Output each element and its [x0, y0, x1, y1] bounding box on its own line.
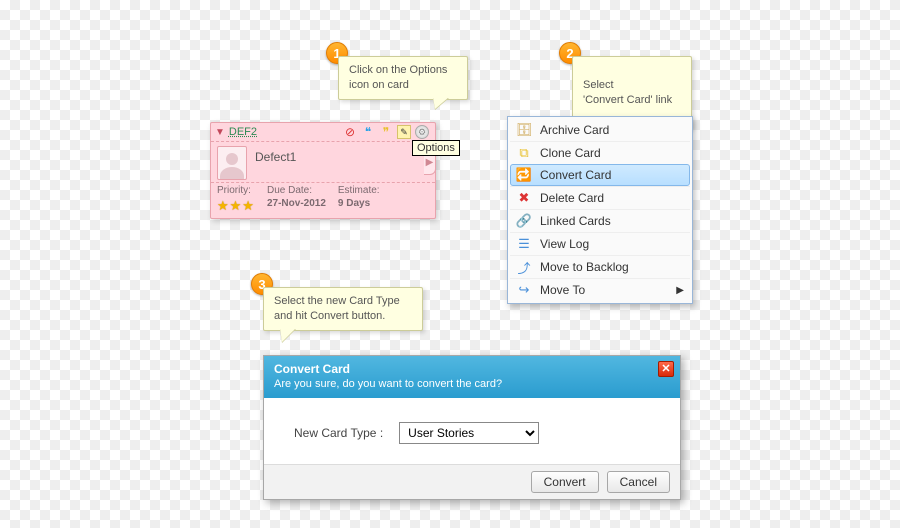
due-date-value: 27-Nov-2012 — [267, 198, 326, 209]
submenu-arrow-icon: ▶ — [676, 285, 684, 296]
callout-text: Select 'Convert Card' link — [583, 79, 672, 106]
menu-label: Clone Card — [540, 146, 601, 160]
convert-button[interactable]: Convert — [531, 471, 599, 493]
menu-linked-cards[interactable]: 🔗 Linked Cards — [510, 209, 690, 232]
menu-clone-card[interactable]: ⧉ Clone Card — [510, 141, 690, 164]
archive-icon: 🗄 — [516, 122, 532, 138]
due-date-label: Due Date: — [267, 185, 326, 196]
menu-view-log[interactable]: ☰ View Log — [510, 232, 690, 255]
comments-icon[interactable]: ❝ — [361, 125, 375, 139]
cancel-button[interactable]: Cancel — [607, 471, 670, 493]
edit-icon[interactable]: ✎ — [397, 125, 411, 139]
new-card-type-select[interactable]: User Stories — [399, 422, 539, 444]
menu-move-to[interactable]: ↪ Move To ▶ — [510, 278, 690, 301]
menu-move-to-backlog[interactable]: ⤴ Move to Backlog — [510, 255, 690, 278]
card-title: Defect1 — [255, 146, 296, 180]
callout-text: Select the new Card Type and hit Convert… — [274, 295, 400, 322]
dialog-header: Convert Card Are you sure, do you want t… — [264, 356, 680, 398]
priority-label: Priority: — [217, 185, 255, 196]
priority-stars-icon: ★★★ — [217, 198, 255, 214]
menu-convert-card[interactable]: 🔁 Convert Card — [510, 164, 690, 186]
card-body: Defect1 ▶ — [211, 142, 435, 182]
menu-label: Convert Card — [540, 168, 611, 182]
clone-icon: ⧉ — [516, 145, 532, 161]
card-id-link[interactable]: DEF2 — [229, 126, 257, 138]
menu-delete-card[interactable]: ✖ Delete Card — [510, 186, 690, 209]
close-icon[interactable]: ✕ — [658, 361, 674, 377]
options-icon[interactable]: ⚙ — [415, 125, 429, 139]
menu-label: Delete Card — [540, 191, 604, 205]
tags-icon[interactable]: ❞ — [379, 125, 393, 139]
linked-icon: 🔗 — [516, 213, 532, 229]
delete-icon: ✖ — [516, 190, 532, 206]
convert-icon: 🔁 — [516, 167, 532, 183]
card-header: ▼ DEF2 ⊘ ❝ ❞ ✎ ⚙ — [211, 123, 435, 142]
card-context-menu: 🗄 Archive Card ⧉ Clone Card 🔁 Convert Ca… — [507, 116, 693, 304]
new-card-type-label: New Card Type : — [294, 426, 383, 440]
callout-text: Click on the Options icon on card — [349, 64, 447, 91]
dialog-title: Convert Card — [274, 362, 672, 376]
convert-card-dialog: Convert Card Are you sure, do you want t… — [263, 355, 681, 500]
menu-label: Move To — [540, 283, 585, 297]
callout-step1: Click on the Options icon on card — [338, 56, 468, 100]
collapse-icon[interactable]: ▼ — [215, 127, 225, 138]
block-icon[interactable]: ⊘ — [343, 125, 357, 139]
dialog-body: New Card Type : User Stories — [264, 398, 680, 464]
options-tooltip: Options — [412, 140, 460, 156]
moveto-icon: ↪ — [516, 282, 532, 298]
estimate-label: Estimate: — [338, 185, 380, 196]
menu-label: View Log — [540, 237, 589, 251]
log-icon: ☰ — [516, 236, 532, 252]
estimate-value: 9 Days — [338, 198, 380, 209]
menu-archive-card[interactable]: 🗄 Archive Card — [510, 119, 690, 141]
dialog-footer: Convert Cancel — [264, 464, 680, 499]
menu-label: Linked Cards — [540, 214, 611, 228]
callout-step3: Select the new Card Type and hit Convert… — [263, 287, 423, 331]
avatar-icon — [217, 146, 247, 180]
menu-label: Move to Backlog — [540, 260, 629, 274]
card-footer: Priority: ★★★ Due Date: 27-Nov-2012 Esti… — [211, 182, 435, 218]
dialog-subtitle: Are you sure, do you want to convert the… — [274, 378, 672, 390]
backlog-icon: ⤴ — [516, 259, 532, 275]
defect-card: ▼ DEF2 ⊘ ❝ ❞ ✎ ⚙ Defect1 ▶ Priority: ★★★… — [210, 122, 436, 219]
menu-label: Archive Card — [540, 123, 609, 137]
